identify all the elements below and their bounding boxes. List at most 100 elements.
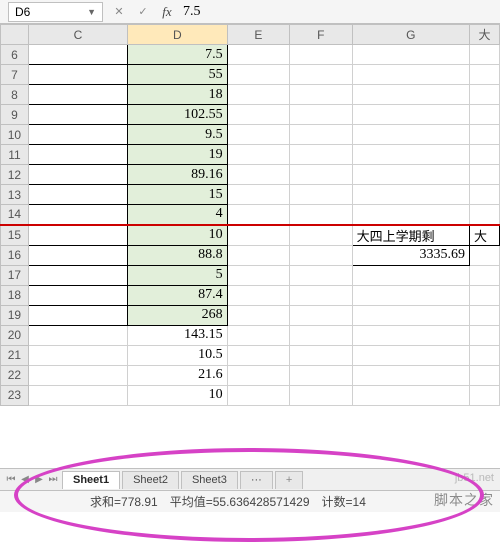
cell[interactable]	[227, 85, 290, 105]
row-header[interactable]: 22	[1, 365, 29, 385]
row-header[interactable]: 10	[1, 125, 29, 145]
formula-input[interactable]: 7.5	[183, 4, 201, 20]
sheet-tab[interactable]: Sheet2	[122, 471, 179, 489]
cell[interactable]	[470, 105, 500, 125]
cell[interactable]	[290, 345, 353, 365]
cell[interactable]	[290, 125, 353, 145]
cell[interactable]	[227, 65, 290, 85]
cell[interactable]	[290, 225, 353, 246]
cell[interactable]	[470, 365, 500, 385]
cell[interactable]: 89.16	[128, 165, 228, 185]
cell[interactable]	[470, 265, 500, 285]
cell[interactable]	[470, 145, 500, 165]
cell[interactable]	[227, 345, 290, 365]
cell[interactable]	[470, 385, 500, 405]
cell[interactable]	[290, 145, 353, 165]
cell[interactable]: 55	[128, 65, 228, 85]
cell[interactable]	[470, 285, 500, 305]
row-header[interactable]: 20	[1, 325, 29, 345]
cell[interactable]: 10	[128, 385, 228, 405]
cell[interactable]	[28, 325, 127, 345]
cell[interactable]	[352, 345, 469, 365]
cell[interactable]	[28, 385, 127, 405]
cell[interactable]	[290, 85, 353, 105]
row-header[interactable]: 11	[1, 145, 29, 165]
row-header[interactable]: 6	[1, 45, 29, 65]
cell[interactable]	[227, 245, 290, 265]
cell[interactable]: 19	[128, 145, 228, 165]
cell[interactable]	[470, 205, 500, 225]
cell[interactable]	[352, 105, 469, 125]
cell[interactable]	[290, 205, 353, 225]
tabs-more[interactable]: ···	[240, 471, 273, 489]
cell[interactable]	[290, 265, 353, 285]
accept-icon[interactable]: ✓	[133, 2, 153, 22]
row-header[interactable]: 18	[1, 285, 29, 305]
cell[interactable]	[227, 145, 290, 165]
column-header-F[interactable]: F	[290, 25, 353, 45]
cell[interactable]	[28, 345, 127, 365]
cell[interactable]	[352, 385, 469, 405]
cell[interactable]	[28, 205, 127, 225]
cell[interactable]	[28, 305, 127, 325]
column-header-E[interactable]: E	[227, 25, 290, 45]
cell[interactable]	[28, 105, 127, 125]
cell[interactable]	[470, 45, 500, 65]
cell[interactable]	[28, 165, 127, 185]
cell[interactable]	[352, 185, 469, 205]
row-header[interactable]: 13	[1, 185, 29, 205]
cell[interactable]	[28, 265, 127, 285]
cell[interactable]	[227, 325, 290, 345]
cell[interactable]	[290, 105, 353, 125]
row-header[interactable]: 9	[1, 105, 29, 125]
cell[interactable]	[352, 165, 469, 185]
cell[interactable]	[352, 45, 469, 65]
cell[interactable]: 4	[128, 205, 228, 225]
cell[interactable]	[290, 185, 353, 205]
cell[interactable]	[352, 325, 469, 345]
cell[interactable]	[227, 385, 290, 405]
cell[interactable]	[227, 165, 290, 185]
cell[interactable]	[470, 125, 500, 145]
tab-nav-last-icon[interactable]: ⏭	[46, 472, 60, 488]
cell[interactable]	[290, 305, 353, 325]
cell[interactable]	[28, 225, 127, 246]
cell[interactable]	[470, 165, 500, 185]
cell[interactable]	[352, 285, 469, 305]
spreadsheet-grid[interactable]: CDEFG大67.57558189102.55109.511191289.161…	[0, 24, 500, 466]
cell[interactable]	[227, 205, 290, 225]
cell[interactable]	[352, 365, 469, 385]
cell[interactable]	[28, 185, 127, 205]
cell[interactable]: 18	[128, 85, 228, 105]
cell[interactable]: 10	[128, 225, 228, 246]
row-header[interactable]: 15	[1, 225, 29, 246]
cell[interactable]	[290, 245, 353, 265]
cell[interactable]	[227, 305, 290, 325]
row-header[interactable]: 21	[1, 345, 29, 365]
cell[interactable]	[227, 225, 290, 246]
cell[interactable]	[227, 125, 290, 145]
select-all-corner[interactable]	[1, 25, 29, 45]
cell[interactable]	[352, 205, 469, 225]
cell[interactable]	[28, 45, 127, 65]
row-header[interactable]: 7	[1, 65, 29, 85]
row-header[interactable]: 23	[1, 385, 29, 405]
row-header[interactable]: 17	[1, 265, 29, 285]
tab-nav-first-icon[interactable]: ⏮	[4, 472, 18, 488]
cell[interactable]: 88.8	[128, 245, 228, 265]
cell[interactable]	[28, 365, 127, 385]
cell[interactable]	[352, 85, 469, 105]
cell[interactable]: 143.15	[128, 325, 228, 345]
cell[interactable]	[28, 285, 127, 305]
cell[interactable]	[470, 325, 500, 345]
sheet-tab[interactable]: Sheet3	[181, 471, 238, 489]
cell[interactable]	[470, 345, 500, 365]
cell[interactable]	[227, 285, 290, 305]
cell[interactable]	[227, 105, 290, 125]
fx-icon[interactable]: fx	[157, 2, 177, 22]
cell[interactable]: 大四上学期剩	[352, 225, 469, 246]
cell[interactable]: 15	[128, 185, 228, 205]
sheet-tab[interactable]: Sheet1	[62, 471, 120, 489]
column-header-C[interactable]: C	[28, 25, 127, 45]
name-box[interactable]: D6 ▼	[8, 2, 103, 22]
